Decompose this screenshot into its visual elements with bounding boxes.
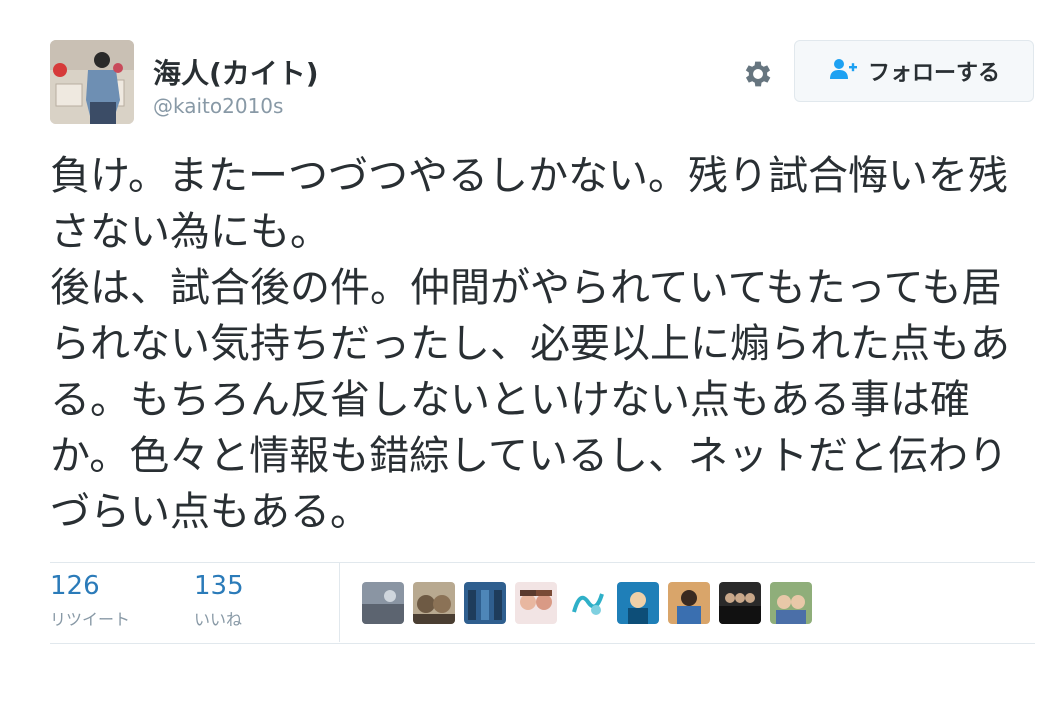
liker-avatars <box>362 582 812 624</box>
follow-button[interactable]: フォローする <box>794 40 1034 102</box>
retweet-count: 126 <box>50 571 100 601</box>
liker-avatar[interactable] <box>668 582 710 624</box>
tweet-text: 負け。またーつづつやるしかない。残り試合悔いを残さない為にも。 後は、試合後の件… <box>50 153 1010 535</box>
like-count: 135 <box>194 571 244 601</box>
like-label: いいね <box>194 610 243 629</box>
liker-avatar[interactable] <box>464 582 506 624</box>
display-name[interactable]: 海人(カイト) <box>153 52 319 92</box>
avatar[interactable] <box>50 40 134 124</box>
liker-avatar[interactable] <box>719 582 761 624</box>
divider-top <box>50 562 1035 563</box>
liker-avatar[interactable] <box>515 582 557 624</box>
avatar-photo <box>50 40 134 124</box>
liker-avatar[interactable] <box>770 582 812 624</box>
liker-avatar[interactable] <box>413 582 455 624</box>
gear-icon[interactable] <box>738 54 778 94</box>
divider-bottom <box>50 643 1035 644</box>
stats-separator <box>339 562 340 642</box>
follow-button-label: フォローする <box>867 61 1000 86</box>
liker-avatar[interactable] <box>617 582 659 624</box>
add-user-icon <box>828 57 858 85</box>
liker-avatar[interactable] <box>362 582 404 624</box>
liker-avatar[interactable] <box>566 582 608 624</box>
retweet-label: リツイート <box>50 610 131 629</box>
tweet-header: 海人(カイト) @kaito2010s フォローする <box>50 38 1035 128</box>
retweet-stat[interactable]: 126 リツイート <box>50 570 130 630</box>
like-stat[interactable]: 135 いいね <box>194 570 244 630</box>
user-handle[interactable]: @kaito2010s <box>153 94 283 118</box>
